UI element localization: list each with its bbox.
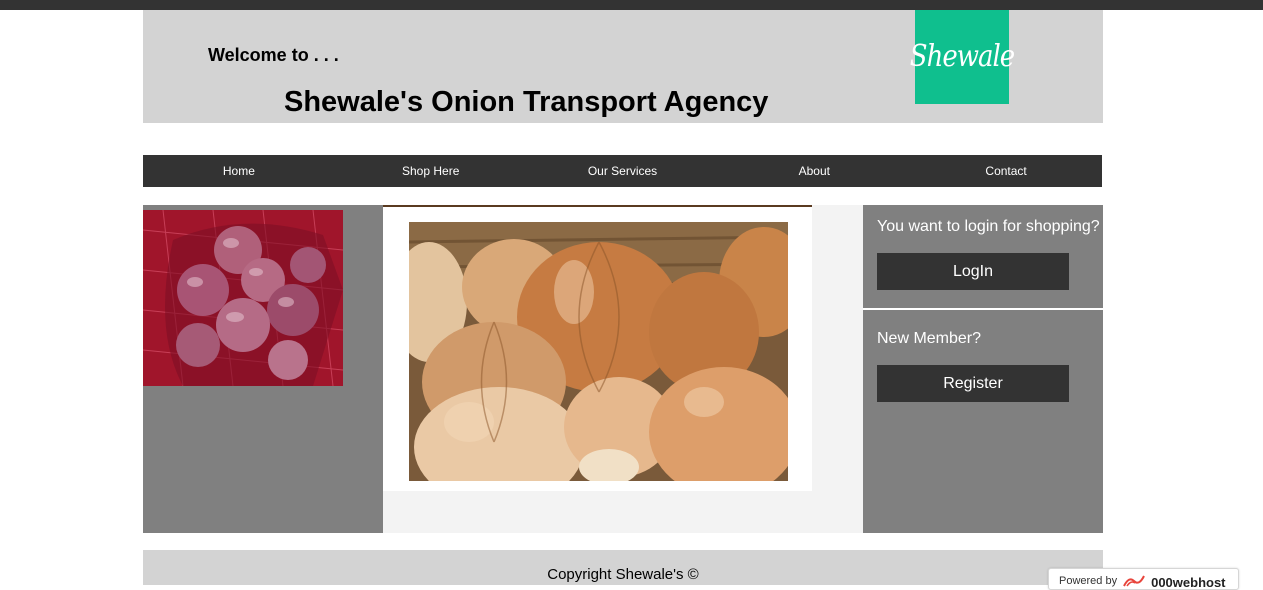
photo-frame: [383, 205, 812, 491]
brown-onions-photo: [409, 222, 788, 481]
powered-by-brand: 000webhost: [1151, 575, 1226, 590]
register-prompt: New Member?: [877, 330, 982, 347]
site-header: Welcome to . . . Shewale's Onion Transpo…: [143, 10, 1103, 123]
nav-shop-here[interactable]: Shop Here: [335, 155, 527, 187]
nav-our-services[interactable]: Our Services: [527, 155, 719, 187]
logo-text: Shewale: [909, 39, 1015, 75]
nav-contact[interactable]: Contact: [910, 155, 1102, 187]
nav-about[interactable]: About: [718, 155, 910, 187]
login-button[interactable]: LogIn: [877, 253, 1069, 290]
brand-logo[interactable]: Shewale: [910, 10, 1015, 104]
000webhost-logo-icon: [1123, 575, 1145, 590]
copyright-text: Copyright Shewale's ©: [547, 566, 699, 583]
center-column: [383, 205, 863, 533]
register-button[interactable]: Register: [877, 365, 1069, 402]
welcome-text: Welcome to . . .: [208, 45, 339, 65]
site-title: Shewale's Onion Transport Agency: [284, 86, 769, 118]
main-nav: Home Shop Here Our Services About Contac…: [143, 155, 1102, 187]
nav-home[interactable]: Home: [143, 155, 335, 187]
browser-top-bar: [0, 0, 1263, 10]
login-prompt: You want to login for shopping?: [877, 218, 1100, 235]
right-column: You want to login for shopping? LogIn Ne…: [863, 205, 1103, 533]
red-onions-photo: [143, 210, 343, 386]
powered-by-badge[interactable]: Powered by 000webhost: [1048, 568, 1239, 590]
site-footer: Copyright Shewale's ©: [143, 550, 1103, 585]
left-column: [143, 205, 383, 533]
sidebar-divider: [863, 308, 1103, 310]
powered-by-label: Powered by: [1059, 575, 1118, 587]
